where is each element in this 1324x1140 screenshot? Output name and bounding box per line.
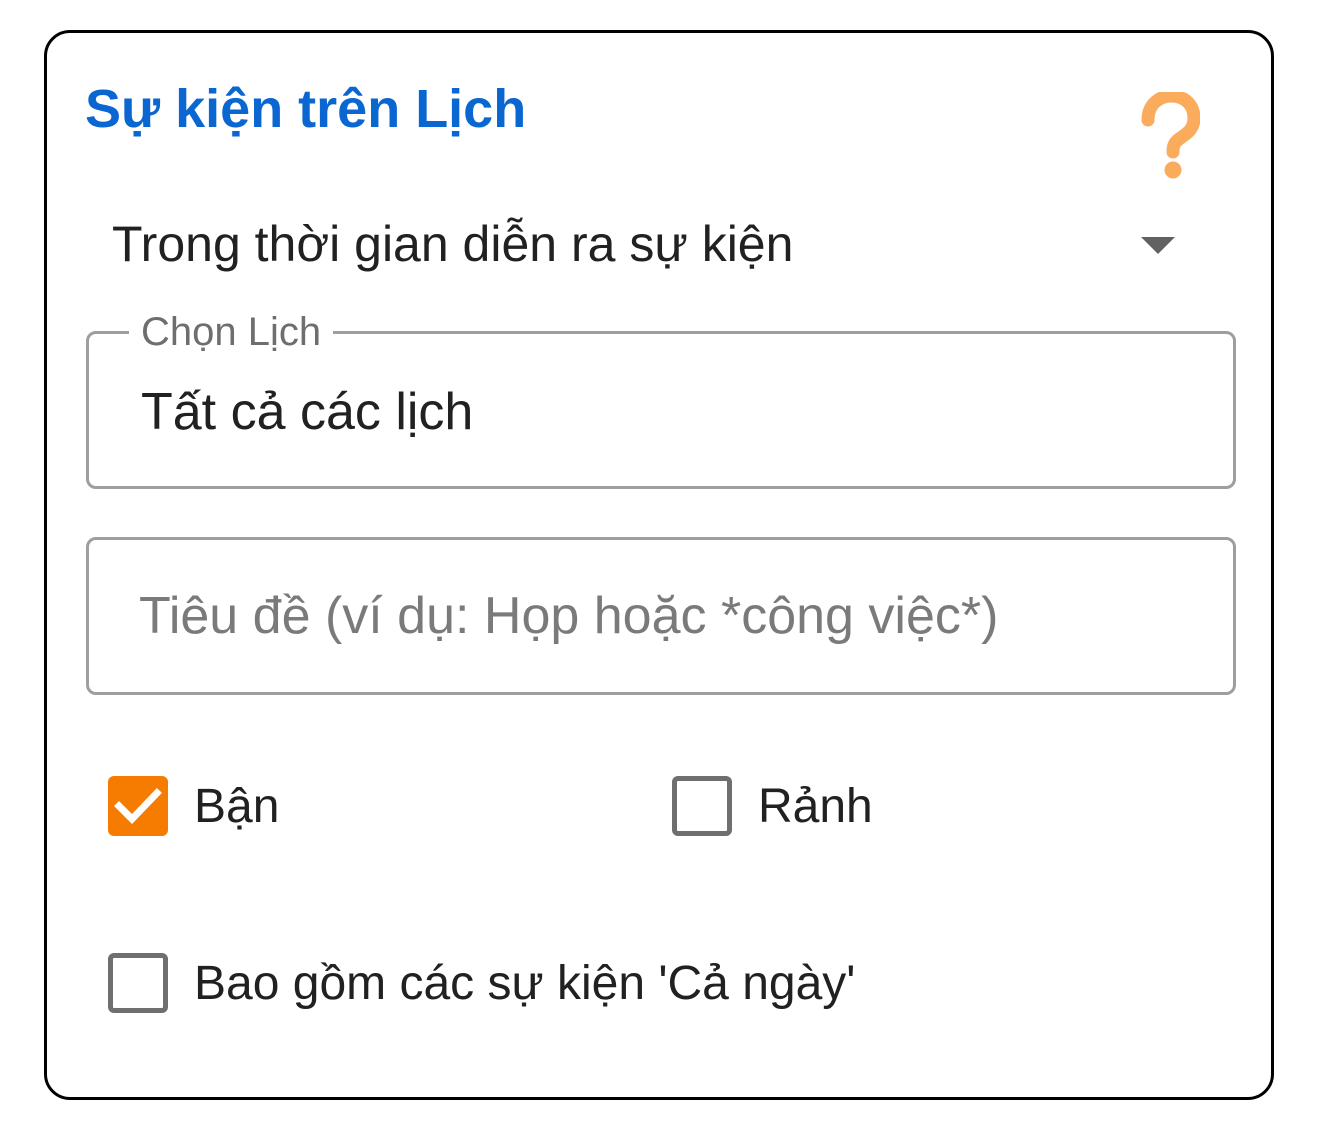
free-option[interactable]: Rảnh (672, 774, 873, 838)
calendar-select-field[interactable]: Chọn Lịch Tất cả các lịch (86, 308, 1236, 489)
help-button[interactable] (1138, 89, 1201, 182)
event-title-field[interactable] (86, 537, 1236, 695)
question-mark-icon (1141, 89, 1201, 179)
busy-label: Bận (194, 779, 280, 833)
event-title-input[interactable] (139, 568, 1179, 664)
dropdown-arrow-icon (1141, 237, 1175, 254)
busy-option[interactable]: Bận (108, 774, 279, 838)
event-timing-dropdown[interactable]: Trong thời gian diễn ra sự kiện (112, 205, 1192, 285)
all-day-option[interactable]: Bao gồm các sự kiện 'Cả ngày' (108, 951, 855, 1015)
calendar-select-label: Chọn Lịch (129, 308, 334, 356)
all-day-label: Bao gồm các sự kiện 'Cả ngày' (194, 956, 856, 1010)
free-label: Rảnh (758, 779, 873, 833)
calendar-select-value: Tất cả các lịch (141, 383, 474, 441)
card-title: Sự kiện trên Lịch (85, 79, 527, 139)
free-checkbox[interactable] (672, 776, 732, 836)
all-day-checkbox[interactable] (108, 953, 168, 1013)
busy-checkbox[interactable] (108, 776, 168, 836)
checkmark-icon (114, 788, 162, 824)
event-timing-selected: Trong thời gian diễn ra sự kiện (112, 216, 794, 272)
